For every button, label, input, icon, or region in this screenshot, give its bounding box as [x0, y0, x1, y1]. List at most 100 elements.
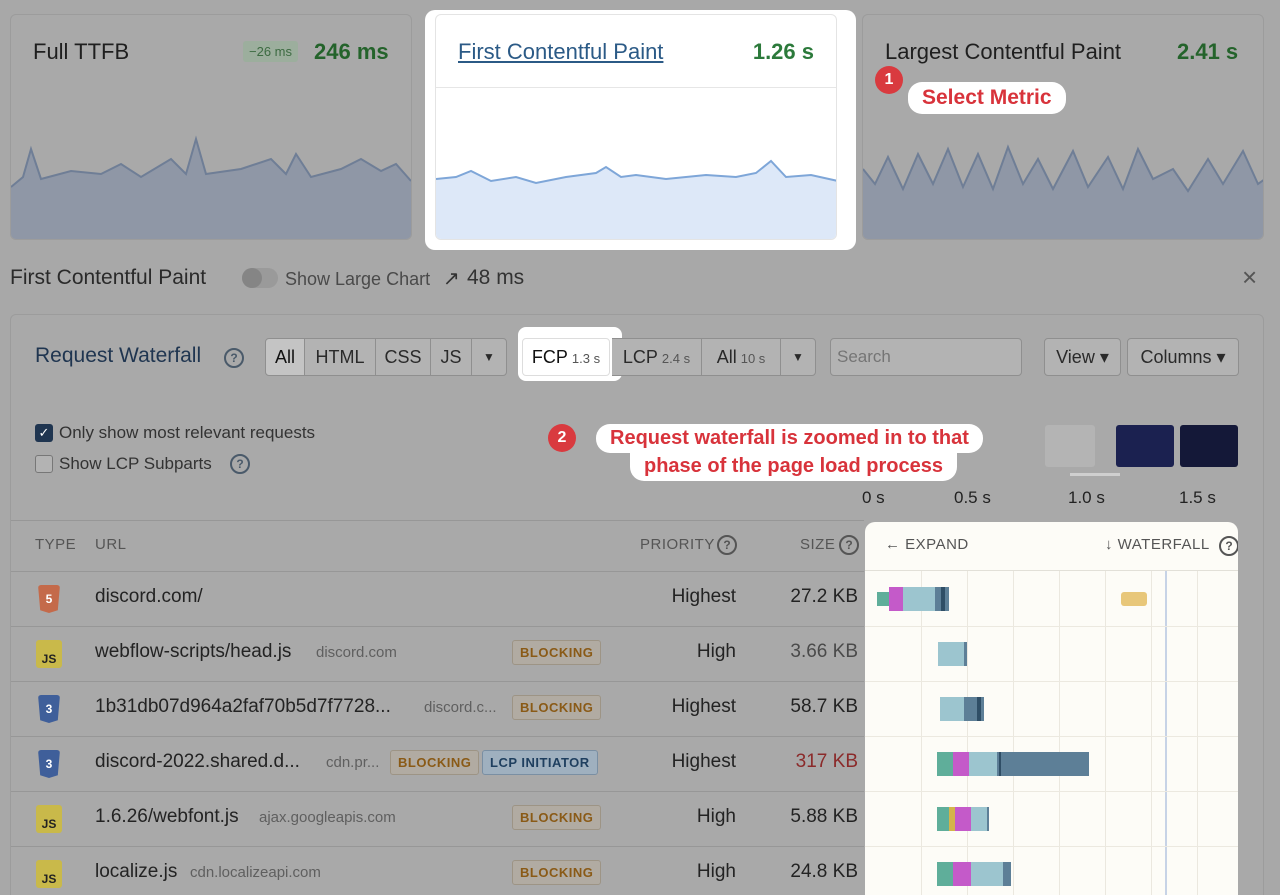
- row-divider: [865, 846, 1238, 847]
- lcp-sparkline: [863, 144, 1263, 239]
- help-icon[interactable]: ?: [224, 348, 244, 368]
- blocking-badge: BLOCKING: [512, 805, 602, 830]
- waterfall-bar-segment[interactable]: [964, 642, 967, 666]
- waterfall-bar-segment[interactable]: [971, 862, 1003, 886]
- javascript-icon: JS: [36, 640, 62, 668]
- metric-title: Largest Contentful Paint: [885, 39, 1122, 64]
- waterfall-bar-segment[interactable]: [953, 862, 971, 886]
- css3-icon: 3: [38, 750, 60, 778]
- metric-title[interactable]: First Contentful Paint: [458, 39, 663, 65]
- request-url[interactable]: localize.js: [95, 861, 177, 883]
- expand-button[interactable]: ← EXPAND: [885, 536, 969, 553]
- metric-card-ttfb[interactable]: Full TTFB −26 ms 246 ms: [10, 14, 412, 240]
- filmstrip-frame[interactable]: [1045, 425, 1095, 467]
- filter-html[interactable]: HTML: [304, 338, 376, 376]
- waterfall-title: Request Waterfall: [35, 344, 202, 367]
- callout-waterfall-line1: Request waterfall is zoomed in to that: [596, 424, 983, 453]
- help-icon[interactable]: ?: [717, 535, 737, 555]
- waterfall-bar-segment[interactable]: [1121, 592, 1147, 606]
- phase-label: FCP: [531, 347, 568, 367]
- help-icon[interactable]: ?: [1219, 536, 1238, 556]
- phase-label: All: [716, 347, 737, 367]
- request-priority: High: [696, 806, 736, 827]
- filter-css[interactable]: CSS: [375, 338, 431, 376]
- phase-lcp[interactable]: LCP 2.4 s: [612, 338, 702, 376]
- waterfall-bar-segment[interactable]: [987, 807, 989, 831]
- metric-value: 2.41 s: [1177, 39, 1239, 64]
- request-priority: Highest: [671, 751, 736, 772]
- phase-more-dropdown[interactable]: ▼: [780, 338, 816, 376]
- phase-time: 10 s: [740, 351, 766, 366]
- filmstrip-frame[interactable]: [1116, 425, 1174, 467]
- view-dropdown[interactable]: View ▾: [1044, 338, 1121, 376]
- metric-card-lcp[interactable]: Largest Contentful Paint 2.41 s: [862, 14, 1264, 240]
- delta-badge: −26 ms: [243, 41, 298, 62]
- filter-js[interactable]: JS: [430, 338, 472, 376]
- blocking-badge: BLOCKING: [390, 750, 480, 775]
- blocking-badge: BLOCKING: [512, 860, 602, 885]
- table-header-divider: [11, 520, 864, 521]
- request-priority: Highest: [671, 586, 736, 607]
- waterfall-bar-segment[interactable]: [903, 587, 935, 611]
- col-size[interactable]: SIZE: [800, 536, 835, 553]
- waterfall-bar-segment[interactable]: [938, 642, 964, 666]
- waterfall-bar-segment[interactable]: [971, 807, 987, 831]
- help-icon[interactable]: ?: [230, 454, 250, 474]
- waterfall-bar-segment[interactable]: [997, 752, 1089, 776]
- fcp-sparkline: [436, 159, 836, 239]
- filter-more-dropdown[interactable]: ▼: [471, 338, 507, 376]
- metric-card-fcp[interactable]: First Contentful Paint 1.26 s: [435, 14, 837, 240]
- step-badge-2: 2: [548, 424, 576, 452]
- javascript-icon: JS: [36, 860, 62, 888]
- timeline-tick: 1.5 s: [1179, 488, 1216, 507]
- phase-all[interactable]: All 10 s: [701, 338, 781, 376]
- timeline-tick: 1.0 s: [1068, 488, 1105, 507]
- help-icon[interactable]: ?: [839, 535, 859, 555]
- columns-dropdown[interactable]: Columns ▾: [1127, 338, 1239, 376]
- waterfall-bar-segment[interactable]: [1003, 862, 1011, 886]
- request-domain: discord.c...: [424, 699, 497, 716]
- filmstrip-frame[interactable]: [1180, 425, 1238, 467]
- relevant-checkbox[interactable]: ✓: [35, 424, 53, 442]
- waterfall-bar-segment[interactable]: [969, 752, 997, 776]
- col-priority[interactable]: PRIORITY: [640, 536, 715, 553]
- waterfall-bar-segment[interactable]: [955, 807, 971, 831]
- search-input[interactable]: [830, 338, 1022, 376]
- row-divider: [865, 681, 1238, 682]
- request-url[interactable]: webflow-scripts/head.js: [95, 641, 291, 663]
- request-size: 5.88 KB: [790, 806, 858, 827]
- blocking-badge: BLOCKING: [512, 640, 602, 665]
- waterfall-bar-segment[interactable]: [941, 587, 945, 611]
- request-url[interactable]: discord-2022.shared.d...: [95, 751, 300, 773]
- request-priority: Highest: [671, 696, 736, 717]
- request-url[interactable]: 1.6.26/webfont.js: [95, 806, 239, 828]
- waterfall-bar-segment[interactable]: [940, 697, 964, 721]
- request-url[interactable]: 1b31db07d964a2faf70b5d7f7728...: [95, 696, 391, 718]
- request-domain: cdn.localizeapi.com: [190, 864, 321, 881]
- request-url[interactable]: discord.com/: [95, 586, 203, 608]
- waterfall-bar-segment[interactable]: [937, 752, 953, 776]
- waterfall-chart[interactable]: ← EXPAND ↓ WATERFALL ?: [865, 522, 1238, 895]
- filter-all[interactable]: All: [265, 338, 305, 376]
- ttfb-sparkline: [11, 135, 411, 239]
- metric-title: Full TTFB: [33, 39, 130, 64]
- waterfall-sort[interactable]: ↓ WATERFALL: [1105, 536, 1210, 553]
- col-url[interactable]: URL: [95, 536, 127, 553]
- waterfall-bar-segment[interactable]: [877, 592, 889, 606]
- metric-value: 1.26 s: [752, 39, 814, 64]
- waterfall-bar-segment[interactable]: [937, 807, 949, 831]
- javascript-icon: JS: [36, 805, 62, 833]
- waterfall-bar-segment[interactable]: [977, 697, 981, 721]
- relevant-label: Only show most relevant requests: [59, 423, 316, 442]
- lcp-subparts-checkbox[interactable]: [35, 455, 53, 473]
- large-chart-toggle[interactable]: [242, 268, 278, 288]
- waterfall-bar-segment[interactable]: [889, 587, 903, 611]
- close-icon[interactable]: ×: [1242, 262, 1257, 293]
- waterfall-bar-segment[interactable]: [964, 697, 984, 721]
- toggle-knob: [242, 268, 262, 288]
- request-domain: ajax.googleapis.com: [259, 809, 396, 826]
- waterfall-bar-segment[interactable]: [953, 752, 969, 776]
- waterfall-bar-segment[interactable]: [937, 862, 953, 886]
- phase-fcp[interactable]: FCP 1.3 s: [522, 338, 610, 376]
- waterfall-bar-segment[interactable]: [999, 752, 1001, 776]
